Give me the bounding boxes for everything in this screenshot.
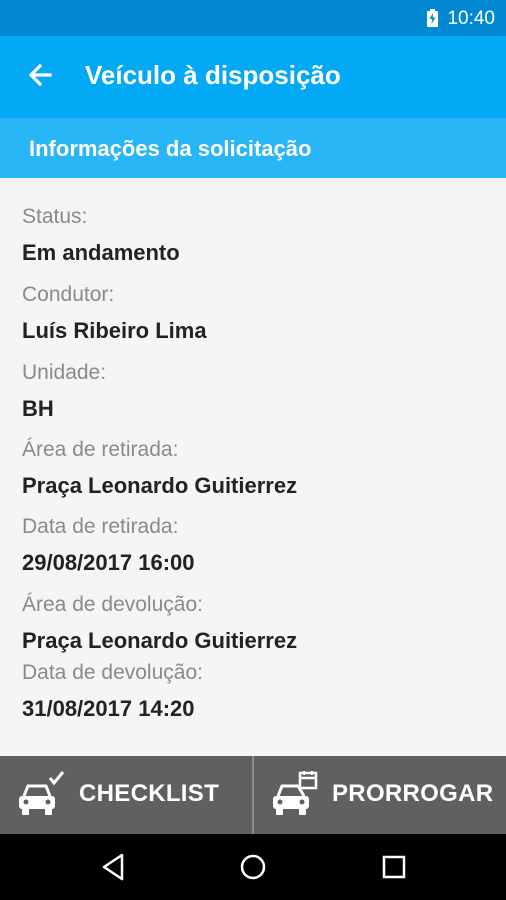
driver-label: Condutor: (22, 283, 115, 306)
unit-label: Unidade: (22, 361, 107, 384)
return-date-value: 31/08/2017 14:20 (22, 696, 195, 721)
driver-value: Luís Ribeiro Lima (22, 318, 207, 343)
car-check-icon (19, 771, 65, 815)
request-details: Status: Em andamento Condutor: Luís Ribe… (0, 178, 506, 756)
system-nav-bar (0, 834, 506, 900)
nav-home-icon[interactable] (237, 851, 269, 883)
status-value: Em andamento (22, 240, 180, 265)
page-title: Veículo à disposição (85, 60, 341, 90)
nav-back-icon[interactable] (98, 851, 130, 883)
return-area-value: Praça Leonardo Guitierrez (22, 628, 298, 653)
pickup-date-value: 29/08/2017 16:00 (22, 550, 195, 575)
return-date-label: Data de devolução: (22, 661, 203, 684)
checklist-button[interactable]: CHECKLIST (0, 756, 252, 834)
app-bar: Veículo à disposição (0, 36, 506, 118)
checklist-label: CHECKLIST (79, 780, 220, 807)
action-bar: CHECKLIST PRORROGAR (0, 756, 506, 834)
back-arrow-icon[interactable] (22, 58, 58, 94)
section-title: Informações da solicitação (29, 136, 312, 161)
pickup-area-label: Área de retirada: (22, 438, 179, 461)
clock: 10:40 (447, 8, 495, 29)
extend-button[interactable]: PRORROGAR (254, 756, 506, 834)
return-area-label: Área de devolução: (22, 593, 203, 616)
status-bar: 10:40 (0, 0, 506, 36)
car-calendar-icon (273, 771, 318, 815)
status-label: Status: (22, 205, 88, 228)
pickup-date-label: Data de retirada: (22, 515, 179, 538)
pickup-area-value: Praça Leonardo Guitierrez (22, 473, 298, 498)
battery-charging-icon (427, 9, 438, 27)
unit-value: BH (22, 396, 54, 421)
section-header: Informações da solicitação (0, 118, 506, 178)
extend-label: PRORROGAR (332, 780, 494, 807)
nav-recents-icon[interactable] (378, 851, 410, 883)
